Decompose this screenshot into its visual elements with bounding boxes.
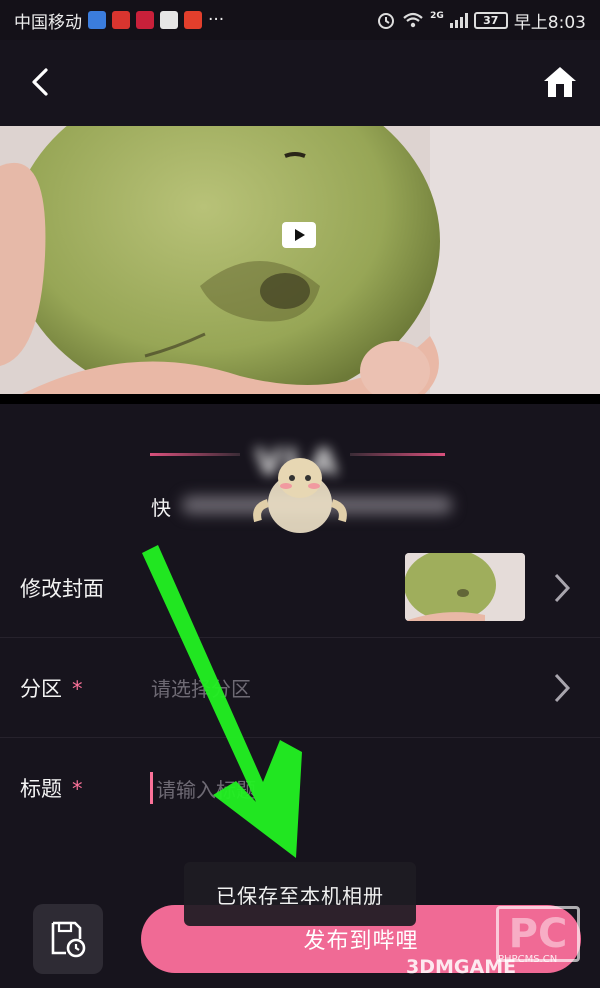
save-draft-icon: [51, 921, 86, 958]
status-left: 中国移动 ···: [14, 8, 224, 33]
battery-indicator: 37: [473, 11, 508, 29]
mascot-watermark: [253, 458, 347, 533]
decor-line-left: [150, 453, 240, 456]
category-row[interactable]: 分区 * 请选择分区: [0, 638, 600, 738]
voice-app-icon: [112, 11, 130, 29]
title-row: 标题 * 请输入标题: [0, 738, 600, 838]
cover-label: 修改封面: [20, 576, 104, 601]
video-frame: [0, 126, 600, 404]
cover-thumbnail[interactable]: [405, 553, 525, 621]
title-input[interactable]: 请输入标题: [156, 774, 256, 803]
carrier-name: 中国移动: [14, 12, 82, 33]
video-preview[interactable]: [0, 126, 600, 404]
decor-line-right: [350, 453, 445, 456]
status-right: 2G 37 早上8:03: [376, 8, 586, 33]
nav-bar: [0, 40, 600, 126]
fm-app-icon: [160, 11, 178, 29]
publish-label: 发布到哔哩: [303, 929, 419, 954]
wifi-icon: [403, 12, 423, 28]
clock: 早上8:03: [513, 12, 586, 33]
chevron-right-icon: [554, 573, 571, 602]
status-bar: 中国移动 ··· 2G 37 早上8:03: [0, 0, 600, 40]
cover-row[interactable]: 修改封面: [0, 538, 600, 638]
network-type: 2G: [430, 11, 444, 21]
text-caret: [150, 772, 153, 804]
required-star: *: [72, 676, 83, 701]
play-icon[interactable]: [281, 221, 317, 249]
quick-label: 快: [151, 496, 171, 520]
alarm-icon: [378, 13, 395, 29]
grid-app-icon: [136, 11, 154, 29]
toast: 已保存至本机相册: [184, 862, 416, 926]
required-star: *: [72, 777, 83, 801]
watermark-brand: 3DMGAME: [406, 956, 517, 978]
upload-screen: 中国移动 ··· 2G 37 早上8:03 快 修改封面 分区 * 请选择分区 …: [0, 0, 600, 988]
back-icon[interactable]: [22, 60, 62, 104]
chevron-right-icon: [554, 673, 571, 702]
toast-message: 已保存至本机相册: [216, 883, 384, 908]
shield-app-icon: [88, 11, 106, 29]
listen-app-icon: [184, 11, 202, 29]
title-label: 标题 *: [20, 773, 83, 803]
signal-icon: [449, 12, 468, 28]
title-label-text: 标题: [20, 777, 62, 801]
category-select[interactable]: 请选择分区: [151, 673, 251, 702]
cover-image: [405, 553, 525, 621]
save-draft-button[interactable]: [33, 904, 103, 974]
home-icon[interactable]: [540, 62, 580, 102]
category-label: 分区 *: [20, 673, 83, 703]
more-notifications: ···: [208, 10, 225, 30]
category-label-text: 分区: [20, 676, 62, 701]
